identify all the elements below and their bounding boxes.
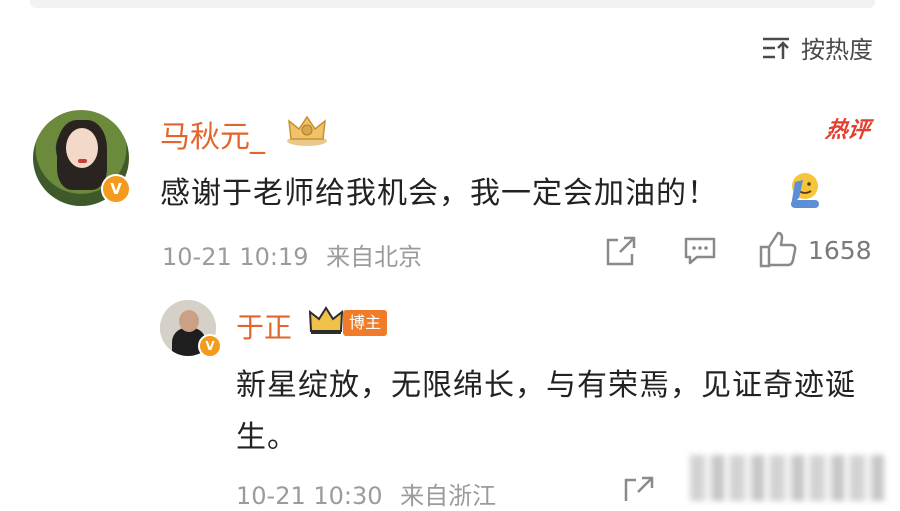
blogger-badge: 博主: [343, 310, 388, 336]
reply-username[interactable]: 于正: [236, 306, 292, 346]
share-icon[interactable]: [622, 474, 656, 505]
sort-by-heat-button[interactable]: 按热度: [761, 30, 873, 65]
reply-location: 来自浙江: [400, 482, 497, 510]
like-icon[interactable]: [758, 230, 798, 274]
reply-time: 10-21 10:30: [236, 482, 383, 510]
sort-icon: [761, 35, 791, 61]
comment-text: 感谢于老师给我机会，我一定会加油的！: [160, 176, 718, 211]
reply-avatar[interactable]: V: [160, 300, 222, 358]
comment-username[interactable]: 马秋元_: [160, 112, 265, 156]
salute-emoji-icon: [785, 168, 825, 212]
avatar-lips: [78, 159, 87, 163]
reply-text: 新星绽放，无限绵长，与有荣焉，见证奇迹诞生。: [236, 368, 856, 455]
verified-badge: V: [198, 334, 222, 358]
crown-badge-icon: [308, 306, 344, 340]
comment-location: 来自北京: [326, 243, 423, 271]
comment-time: 10-21 10:19: [162, 243, 309, 271]
crown-badge-icon: [285, 113, 329, 151]
reply-avatar-head: [179, 310, 199, 332]
reply-icon[interactable]: [683, 236, 717, 270]
sort-label: 按热度: [801, 36, 873, 64]
like-count: 1658: [808, 236, 872, 265]
verified-badge: V: [101, 174, 131, 204]
share-icon[interactable]: [604, 234, 638, 272]
reply-meta: 10-21 10:30 来自浙江: [236, 476, 496, 511]
avatar[interactable]: V: [33, 110, 131, 206]
comment-meta: 10-21 10:19 来自北京: [162, 237, 422, 272]
hot-comment-tag: 热评: [823, 118, 872, 143]
blurred-area: [690, 455, 885, 501]
top-divider: [30, 0, 875, 8]
